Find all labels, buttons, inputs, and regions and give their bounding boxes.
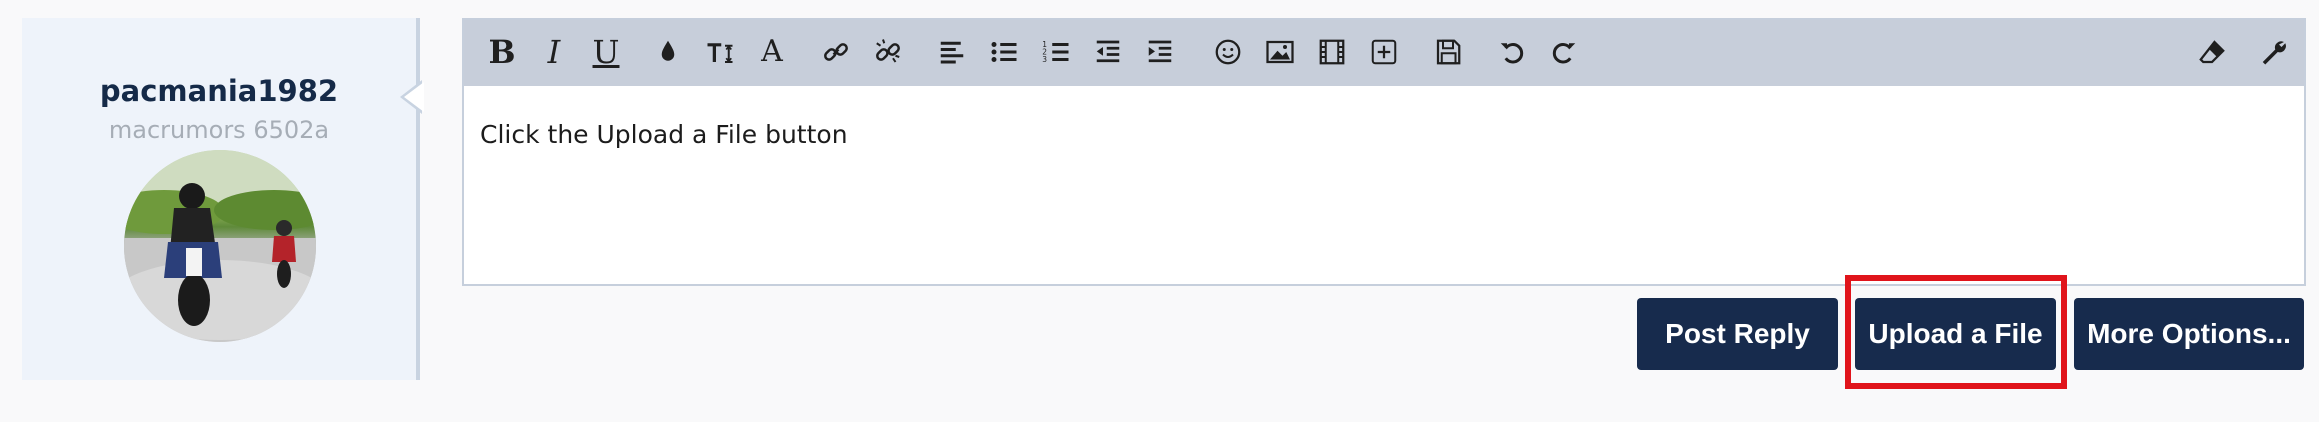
- save-draft-icon: [1436, 39, 1461, 65]
- redo-button[interactable]: [1544, 32, 1584, 72]
- user-title: macrumors 6502a: [108, 116, 330, 144]
- user-panel: pacmania1982 macrumors 6502a: [22, 18, 420, 380]
- post-reply-button[interactable]: Post Reply: [1637, 298, 1838, 370]
- avatar-motorcycle-image: [124, 150, 316, 342]
- settings-button[interactable]: [2254, 32, 2294, 72]
- insert-button[interactable]: [1364, 32, 1404, 72]
- avatar[interactable]: [124, 150, 316, 342]
- numbered-list-button[interactable]: 1 2 3: [1036, 32, 1076, 72]
- italic-button[interactable]: I: [534, 32, 574, 72]
- bullet-list-button[interactable]: [984, 32, 1024, 72]
- media-icon: [1319, 39, 1345, 65]
- save-draft-button[interactable]: [1428, 32, 1468, 72]
- unlink-icon: [876, 39, 900, 63]
- font-size-icon: [707, 43, 733, 63]
- image-icon: [1266, 40, 1294, 64]
- bold-button[interactable]: B: [482, 32, 522, 72]
- more-options-button[interactable]: More Options...: [2074, 298, 2304, 370]
- link-button[interactable]: [816, 32, 856, 72]
- unlink-button[interactable]: [868, 32, 908, 72]
- username[interactable]: pacmania1982: [22, 74, 416, 108]
- outdent-icon: [1096, 40, 1120, 63]
- bullet-list-icon: [991, 42, 1017, 62]
- media-button[interactable]: [1312, 32, 1352, 72]
- svg-text:3: 3: [1042, 55, 1047, 64]
- numbered-list-icon: 1 2 3: [1042, 40, 1069, 64]
- link-icon: [824, 43, 848, 61]
- text-color-icon: [661, 40, 675, 61]
- settings-wrench-icon: [2262, 41, 2286, 65]
- italic-icon: I: [547, 33, 561, 71]
- smilie-button[interactable]: [1208, 32, 1248, 72]
- font-size-button[interactable]: [700, 32, 740, 72]
- undo-icon: [1500, 43, 1524, 64]
- remove-formatting-button[interactable]: [2192, 32, 2232, 72]
- bold-icon: B: [488, 33, 516, 71]
- font-family-icon: A: [761, 34, 783, 69]
- align-icon: [940, 41, 964, 64]
- insert-icon: [1371, 39, 1397, 65]
- underline-button[interactable]: U: [586, 32, 626, 72]
- image-button[interactable]: [1260, 32, 1300, 72]
- upload-file-button[interactable]: Upload a File: [1855, 298, 2056, 370]
- redo-icon: [1552, 43, 1576, 64]
- align-button[interactable]: [932, 32, 972, 72]
- rich-text-editor: B I U A 1 2 3 Click the Upload a File bu…: [462, 18, 2306, 286]
- outdent-button[interactable]: [1088, 32, 1128, 72]
- remove-formatting-icon: [2199, 40, 2225, 64]
- undo-button[interactable]: [1492, 32, 1532, 72]
- indent-icon: [1148, 40, 1172, 63]
- indent-button[interactable]: [1140, 32, 1180, 72]
- font-family-button[interactable]: A: [752, 32, 792, 72]
- text-color-button[interactable]: [648, 32, 688, 72]
- smilie-icon: [1215, 39, 1241, 65]
- editor-toolbar: B I U A 1 2 3: [464, 20, 2304, 86]
- underline-icon: U: [592, 33, 620, 71]
- editor-content[interactable]: Click the Upload a File button: [464, 86, 2304, 284]
